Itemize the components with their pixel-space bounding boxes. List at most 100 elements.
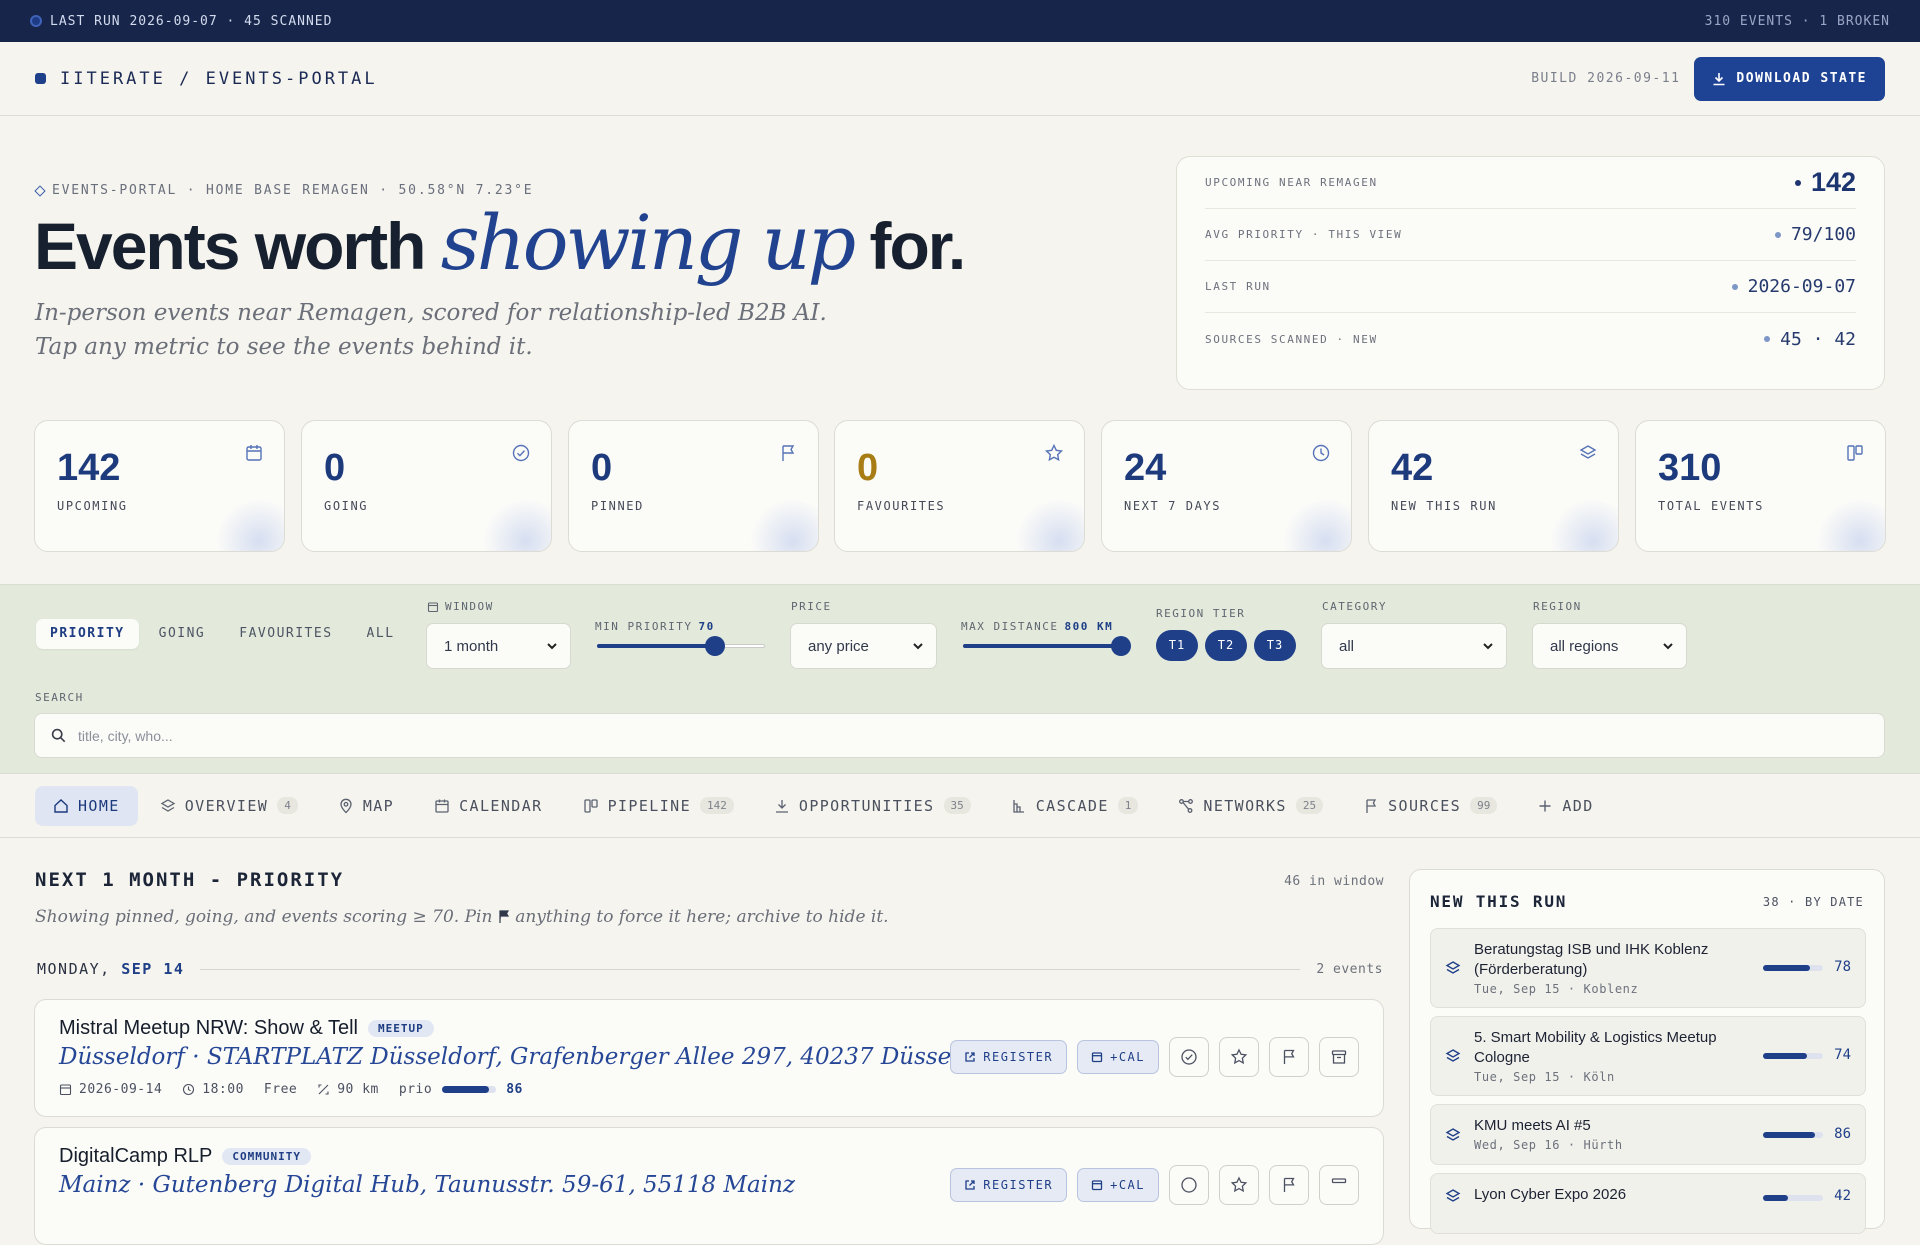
summary-row-sources[interactable]: SOURCES SCANNED · NEW 45 · 42 [1205, 313, 1856, 365]
flag-icon [1283, 1049, 1295, 1064]
plus-icon [1539, 800, 1551, 811]
add-to-calendar-button[interactable]: +CAL [1077, 1040, 1159, 1074]
going-button[interactable] [1169, 1165, 1209, 1205]
tier-toggle-t3[interactable]: T3 [1254, 630, 1296, 661]
score-value: 42 [1834, 1188, 1851, 1204]
search-input[interactable]: title, city, who... [34, 713, 1885, 758]
flag-icon [499, 910, 509, 923]
min-priority-handle[interactable] [704, 636, 725, 656]
favourite-button[interactable] [1219, 1037, 1259, 1077]
network-icon [1179, 798, 1194, 813]
list-item-meta: Tue, Sep 15 · Koblenz [1474, 982, 1639, 996]
calendar-icon [1091, 1052, 1103, 1063]
archive-button[interactable] [1319, 1037, 1359, 1077]
favourite-button[interactable] [1219, 1165, 1259, 1205]
max-distance-label: MAX DISTANCE 800 KM [961, 620, 1114, 633]
main-nav: HOME OVERVIEW 4 MAP CALENDAR PIPELINE 142 … [0, 774, 1920, 838]
chevron-down-icon [913, 643, 923, 650]
summary-value: 2026-09-07 [1731, 276, 1856, 297]
event-tag: MEETUP [368, 1020, 434, 1037]
window-count: 46 in window [1284, 874, 1384, 889]
list-item[interactable]: KMU meets AI #5 Wed, Sep 16 · Hürth 86 [1430, 1104, 1866, 1165]
region-select-value: all regions [1550, 637, 1619, 655]
list-item[interactable]: 5. Smart Mobility & Logistics Meetup Col… [1430, 1016, 1866, 1096]
max-distance-slider[interactable] [963, 635, 1131, 656]
stat-number: 42 [1391, 447, 1434, 489]
brand-label: IITERATE / EVENTS-PORTAL [60, 68, 378, 89]
nav-count: 99 [1470, 797, 1498, 814]
tab-going[interactable]: GOING [145, 619, 220, 649]
nav-map[interactable]: MAP [320, 786, 412, 826]
pin-button[interactable] [1269, 1165, 1309, 1205]
add-to-calendar-button[interactable]: +CAL [1077, 1168, 1159, 1202]
list-item-title: Beratungstag ISB und IHK Koblenz (Förder… [1474, 941, 1709, 978]
nav-cascade[interactable]: CASCADE 1 [993, 786, 1157, 826]
stat-label: PINNED [591, 499, 644, 513]
summary-row-last-run[interactable]: LAST RUN 2026-09-07 [1205, 261, 1856, 313]
stat-card-upcoming[interactable]: 142 UPCOMING [34, 420, 285, 552]
register-button[interactable]: REGISTER [950, 1168, 1068, 1202]
event-location: Mainz · Gutenberg Digital Hub, Taunusstr… [59, 1172, 796, 1198]
download-state-button[interactable]: DOWNLOAD STATE [1694, 56, 1885, 101]
nav-pipeline[interactable]: PIPELINE 142 [565, 786, 752, 826]
stat-card-new-this-run[interactable]: 42 NEW THIS RUN [1368, 420, 1619, 552]
brand[interactable]: IITERATE / EVENTS-PORTAL [35, 69, 378, 89]
summary-key: SOURCES SCANNED · NEW [1205, 332, 1378, 346]
event-title[interactable]: Mistral Meetup NRW: Show & Tell [59, 1017, 358, 1040]
summary-row-avg-priority[interactable]: AVG PRIORITY · THIS VIEW 79/100 [1205, 209, 1856, 261]
tab-favourites[interactable]: FAVOURITES [225, 619, 346, 649]
min-priority-value: 70 [698, 620, 715, 633]
summary-row-upcoming[interactable]: UPCOMING NEAR REMAGEN 142 [1205, 157, 1856, 209]
max-distance-value: 800 KM [1064, 620, 1114, 633]
stat-card-pinned[interactable]: 0 PINNED [568, 420, 819, 552]
stat-card-total-events[interactable]: 310 TOTAL EVENTS [1635, 420, 1886, 552]
tier-toggle-t2[interactable]: T2 [1205, 630, 1247, 661]
going-button[interactable] [1169, 1037, 1209, 1077]
search-icon [51, 728, 66, 743]
pin-button[interactable] [1269, 1037, 1309, 1077]
nav-opportunities[interactable]: OPPORTUNITIES 35 [756, 786, 989, 826]
priority-bar [442, 1086, 497, 1093]
price-select[interactable]: any price [790, 623, 937, 669]
nav-calendar[interactable]: CALENDAR [416, 786, 560, 826]
min-priority-slider[interactable] [597, 635, 765, 656]
stat-card-favourites[interactable]: 0 FAVOURITES [834, 420, 1085, 552]
window-select[interactable]: 1 month [426, 623, 571, 669]
event-card[interactable]: DigitalCamp RLP COMMUNITY Mainz · Gutenbe… [34, 1127, 1384, 1245]
stat-card-going[interactable]: 0 GOING [301, 420, 552, 552]
day-event-count: 2 events [1316, 961, 1383, 977]
priority-score: 86 [506, 1082, 523, 1097]
external-link-icon [965, 1052, 975, 1062]
score-bar [1763, 1131, 1823, 1138]
region-select[interactable]: all regions [1532, 623, 1687, 669]
max-distance-handle[interactable] [1111, 636, 1131, 656]
archive-button[interactable] [1319, 1165, 1359, 1205]
window-label: WINDOW [427, 600, 494, 613]
event-title[interactable]: DigitalCamp RLP [59, 1145, 212, 1168]
layers-icon [1445, 961, 1461, 974]
event-distance: 90 km [337, 1082, 379, 1097]
price-select-value: any price [808, 637, 869, 655]
nav-home[interactable]: HOME [35, 785, 138, 826]
tab-all[interactable]: ALL [353, 619, 409, 649]
tier-toggle-t1[interactable]: T1 [1156, 630, 1198, 661]
title-part-c: for. [853, 209, 967, 283]
nav-add[interactable]: ADD [1519, 786, 1611, 826]
tab-priority[interactable]: PRIORITY [36, 619, 139, 649]
nav-networks[interactable]: NETWORKS 25 [1160, 786, 1341, 826]
search-label: SEARCH [35, 691, 84, 704]
list-item-title: 5. Smart Mobility & Logistics Meetup Col… [1474, 1029, 1717, 1066]
list-item[interactable]: Beratungstag ISB und IHK Koblenz (Förder… [1430, 928, 1866, 1008]
nav-overview[interactable]: OVERVIEW 4 [142, 786, 316, 826]
summary-card: UPCOMING NEAR REMAGEN 142 AVG PRIORITY · … [1176, 156, 1885, 390]
stat-card-next-7-days[interactable]: 24 NEXT 7 DAYS [1101, 420, 1352, 552]
event-card[interactable]: Mistral Meetup NRW: Show & Tell MEETUP Dü… [34, 999, 1384, 1117]
register-button[interactable]: REGISTER [950, 1040, 1068, 1074]
list-item[interactable]: Lyon Cyber Expo 2026 42 [1430, 1173, 1866, 1234]
nav-sources[interactable]: SOURCES 99 [1345, 786, 1515, 826]
download-state-label: DOWNLOAD STATE [1736, 71, 1867, 86]
chevron-down-icon [1483, 643, 1493, 650]
min-priority-label: MIN PRIORITY 70 [595, 620, 715, 633]
price-label: PRICE [791, 600, 832, 613]
category-select[interactable]: all [1321, 623, 1507, 669]
